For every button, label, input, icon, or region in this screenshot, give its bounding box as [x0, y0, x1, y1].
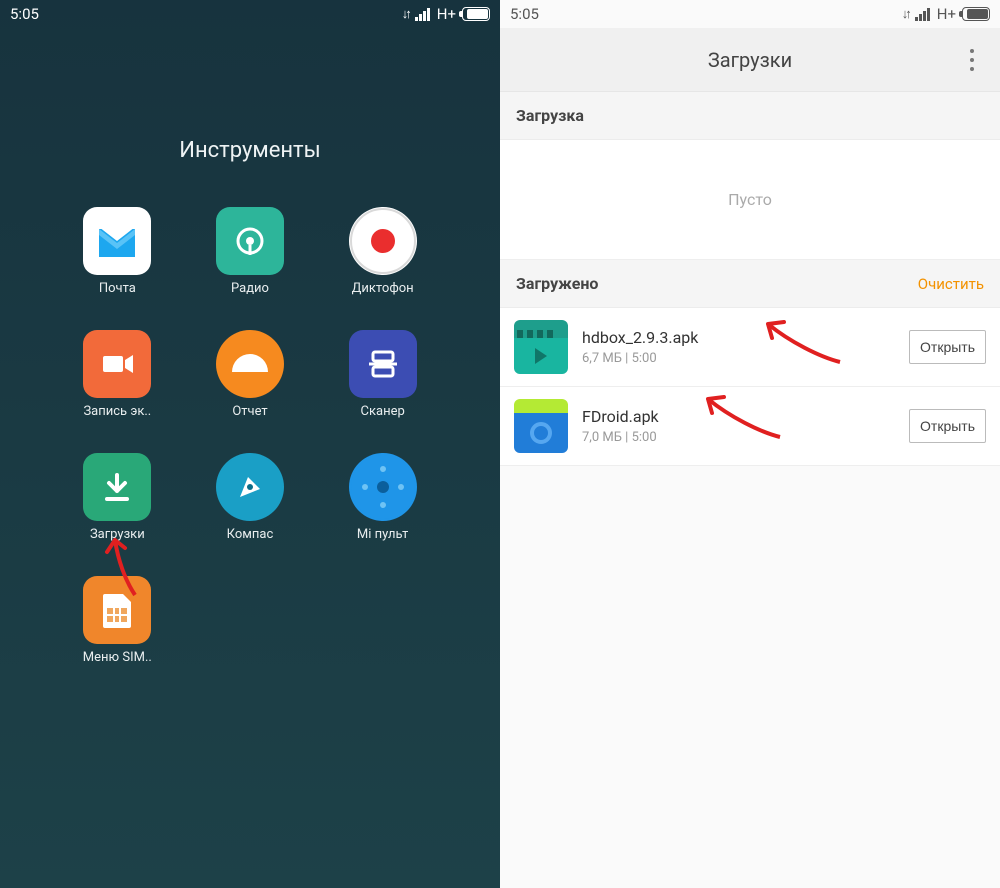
file-name: hdbox_2.9.3.apk: [582, 328, 895, 347]
radio-icon: [216, 207, 284, 275]
app-compass[interactable]: Компас: [201, 453, 300, 542]
app-recorder[interactable]: Диктофон: [333, 207, 432, 296]
app-mi-remote[interactable]: Mi пульт: [333, 453, 432, 542]
downloads-header: Загрузки: [500, 28, 1000, 92]
status-time: 5:05: [10, 5, 39, 23]
right-screenshot: 5:05 ↓↑ H+ Загрузки Загрузка Пусто Загру…: [500, 0, 1000, 888]
file-thumb-icon: [514, 320, 568, 374]
app-label: Запись эк..: [83, 404, 151, 419]
report-icon: [216, 330, 284, 398]
app-folder-grid: Почта Радио Диктофон Запись эк.. Отчет: [0, 207, 500, 665]
empty-text: Пусто: [728, 190, 772, 209]
sim-menu-icon: [83, 576, 151, 644]
file-thumb-icon: [514, 399, 568, 453]
downloads-icon: [83, 453, 151, 521]
file-name: FDroid.apk: [582, 407, 895, 426]
app-report[interactable]: Отчет: [201, 330, 300, 419]
app-radio[interactable]: Радио: [201, 207, 300, 296]
section-done-header: Загружено Очистить: [500, 260, 1000, 308]
mi-remote-icon: [349, 453, 417, 521]
page-title: Загрузки: [500, 48, 1000, 72]
app-label: Загрузки: [90, 527, 145, 542]
download-info: hdbox_2.9.3.apk 6,7 МБ | 5:00: [582, 328, 895, 366]
signal-icon: [415, 7, 431, 21]
app-label: Меню SIM..: [83, 650, 152, 665]
open-file-button[interactable]: Открыть: [909, 330, 986, 364]
file-meta: 6,7 МБ | 5:00: [582, 351, 895, 366]
app-label: Отчет: [232, 404, 267, 419]
section-label: Загружено: [516, 274, 598, 293]
download-row[interactable]: FDroid.apk 7,0 МБ | 5:00 Открыть: [500, 387, 1000, 466]
mail-icon: [83, 207, 151, 275]
status-bar: 5:05 ↓↑ H+: [500, 0, 1000, 28]
scanner-icon: [349, 330, 417, 398]
empty-state: Пусто: [500, 140, 1000, 260]
signal-icon: [915, 7, 931, 21]
left-screenshot: 5:05 ↓↑ H+ Инструменты Почта Радио Дикт: [0, 0, 500, 888]
app-scanner[interactable]: Сканер: [333, 330, 432, 419]
app-label: Сканер: [361, 404, 405, 419]
file-meta: 7,0 МБ | 5:00: [582, 430, 895, 445]
status-bar: 5:05 ↓↑ H+: [0, 0, 500, 28]
screen-recorder-icon: [83, 330, 151, 398]
battery-icon: [462, 7, 490, 21]
folder-title: Инструменты: [0, 138, 500, 163]
data-activity-icon: ↓↑: [902, 6, 909, 22]
network-type-label: H+: [437, 5, 456, 23]
status-time: 5:05: [510, 5, 539, 23]
app-mail[interactable]: Почта: [68, 207, 167, 296]
overflow-menu-button[interactable]: [962, 46, 982, 74]
compass-icon: [216, 453, 284, 521]
download-info: FDroid.apk 7,0 МБ | 5:00: [582, 407, 895, 445]
section-label: Загрузка: [516, 106, 584, 125]
app-label: Радио: [231, 281, 269, 296]
open-file-button[interactable]: Открыть: [909, 409, 986, 443]
app-label: Почта: [99, 281, 136, 296]
voice-recorder-icon: [349, 207, 417, 275]
data-activity-icon: ↓↑: [402, 6, 409, 22]
section-in-progress-header: Загрузка: [500, 92, 1000, 140]
network-type-label: H+: [937, 5, 956, 23]
app-label: Диктофон: [352, 281, 414, 296]
clear-downloads-button[interactable]: Очистить: [918, 275, 984, 293]
app-downloads[interactable]: Загрузки: [68, 453, 167, 542]
download-row[interactable]: hdbox_2.9.3.apk 6,7 МБ | 5:00 Открыть: [500, 308, 1000, 387]
app-sim-menu[interactable]: Меню SIM..: [68, 576, 167, 665]
app-label: Компас: [227, 527, 274, 542]
app-label: Mi пульт: [357, 527, 409, 542]
app-screen-recorder[interactable]: Запись эк..: [68, 330, 167, 419]
battery-icon: [962, 7, 990, 21]
